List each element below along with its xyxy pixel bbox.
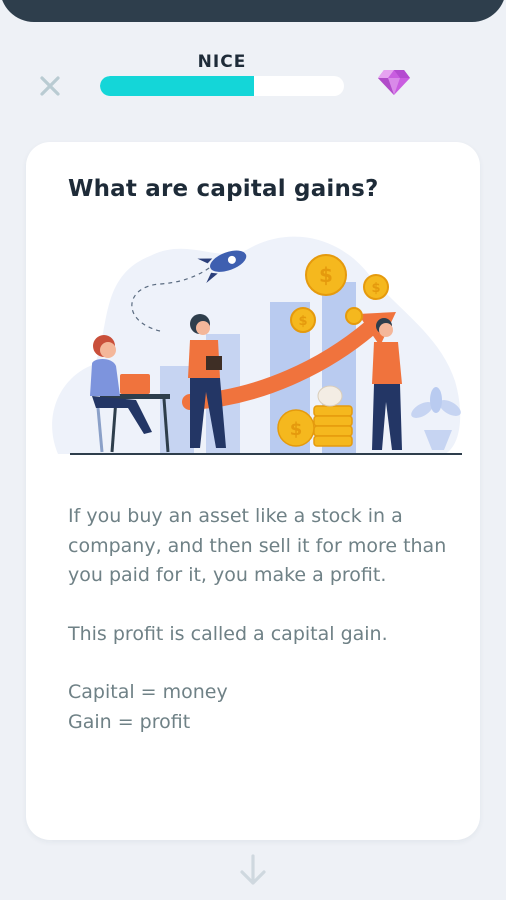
svg-text:$: $ — [290, 419, 303, 440]
progress-bar — [100, 76, 344, 96]
definition-gain: Gain = profit — [68, 710, 191, 733]
progress-label: NICE — [197, 52, 247, 72]
svg-text:$: $ — [298, 314, 307, 329]
arrow-down-icon — [240, 854, 266, 885]
progress-fill — [100, 76, 254, 96]
lesson-card: What are capital gains? $ $ $ $ If you b… — [26, 142, 480, 840]
close-button[interactable] — [34, 70, 66, 102]
top-bar — [0, 0, 506, 22]
definition-capital: Capital = money — [68, 681, 228, 703]
body-paragraph: This profit is called a capital gain. — [68, 622, 388, 645]
capital-gains-illustration: $ $ $ $ — [52, 236, 462, 455]
card-title: What are capital gains? — [68, 176, 379, 202]
svg-text:$: $ — [371, 281, 380, 296]
card-body: If you buy an asset like a stock in a co… — [68, 502, 448, 737]
gem-icon[interactable] — [377, 68, 411, 96]
svg-text:$: $ — [319, 263, 333, 287]
next-button[interactable] — [238, 852, 268, 888]
close-icon — [40, 76, 60, 96]
body-paragraph: If you buy an asset like a stock in a co… — [68, 505, 447, 586]
definitions: Capital = money Gain = profit — [68, 678, 448, 737]
